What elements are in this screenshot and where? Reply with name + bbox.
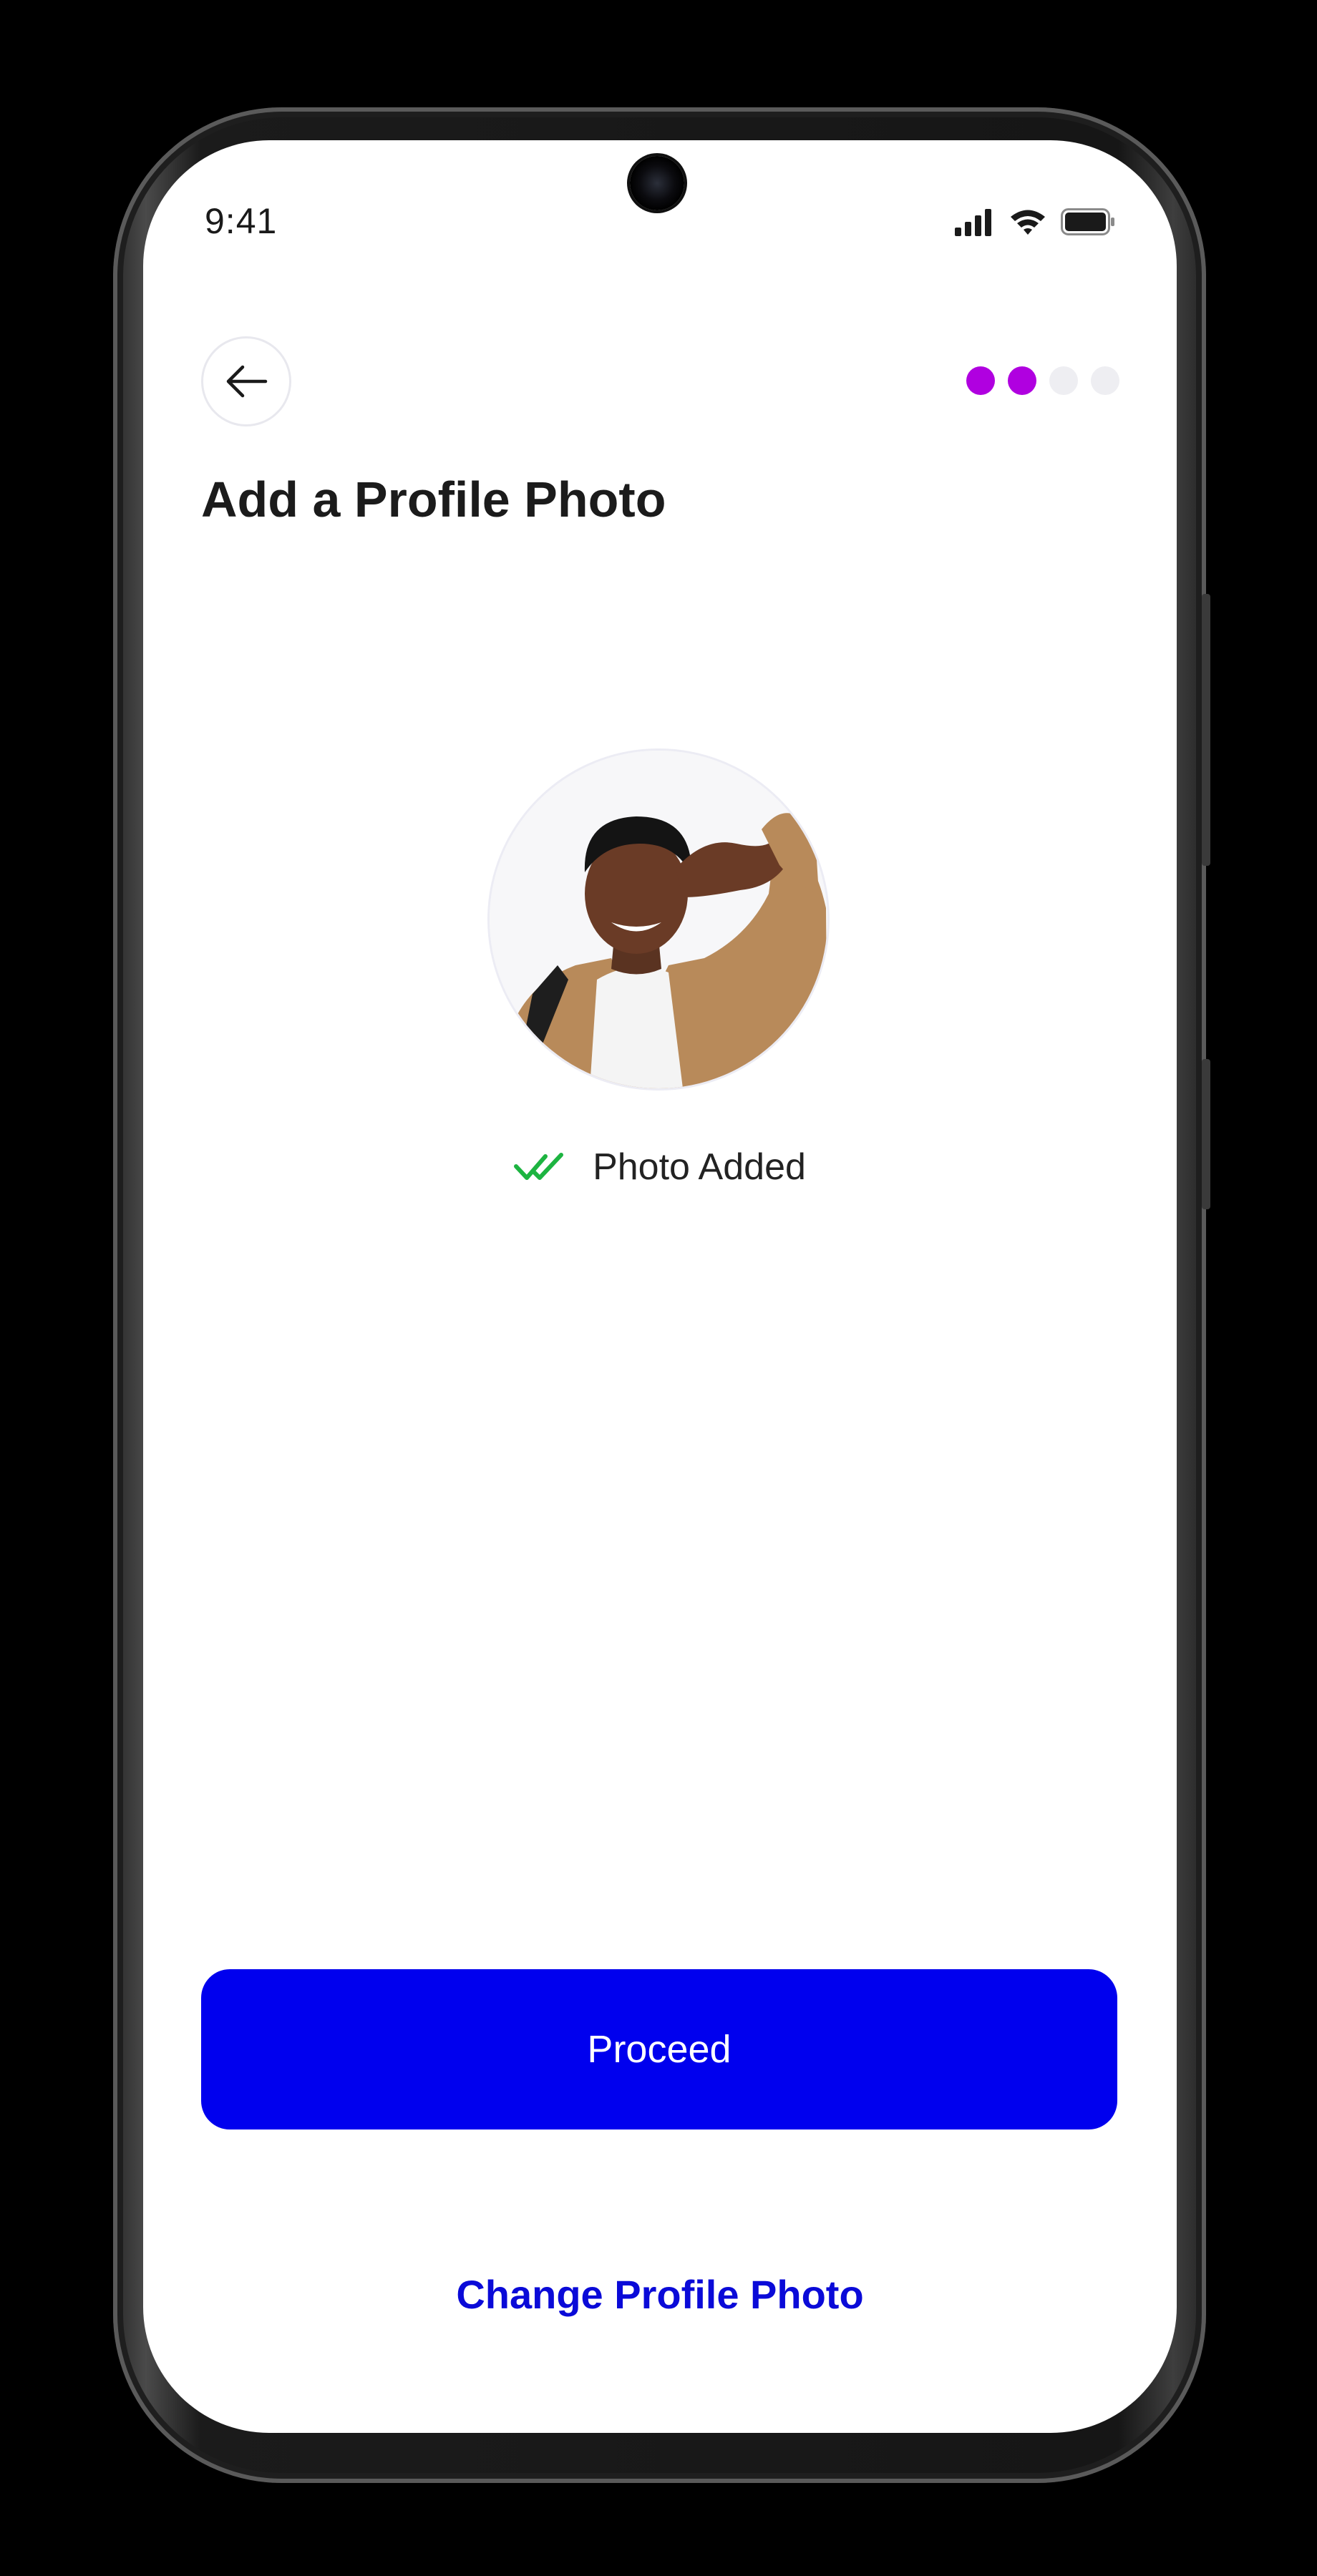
photo-status: Photo Added [143, 1146, 1177, 1189]
progress-dots [966, 366, 1119, 395]
progress-dot [1008, 366, 1036, 395]
page-title: Add a Profile Photo [201, 472, 666, 527]
double-check-icon [514, 1153, 564, 1180]
status-time: 9:41 [205, 201, 278, 241]
side-button-upper [1202, 594, 1210, 866]
change-profile-photo-link[interactable]: Change Profile Photo [143, 2271, 1177, 2318]
progress-dot [966, 366, 995, 395]
arrow-left-icon [226, 365, 268, 398]
side-button-lower [1202, 1059, 1210, 1209]
profile-photo [487, 748, 830, 1091]
progress-dot [1049, 366, 1078, 395]
back-button[interactable] [201, 336, 291, 426]
progress-dot [1091, 366, 1119, 395]
profile-photo-image [490, 751, 827, 1088]
wifi-icon [1011, 210, 1045, 235]
signal-icon [955, 209, 991, 236]
front-camera [630, 156, 684, 210]
status-icons [955, 200, 1115, 243]
app-screen: 9:41 Add a Profile Photo Photo Added Pro… [143, 140, 1177, 2433]
photo-status-text: Photo Added [593, 1146, 806, 1188]
battery-icon [1061, 208, 1114, 235]
proceed-button[interactable]: Proceed [201, 1969, 1117, 2129]
